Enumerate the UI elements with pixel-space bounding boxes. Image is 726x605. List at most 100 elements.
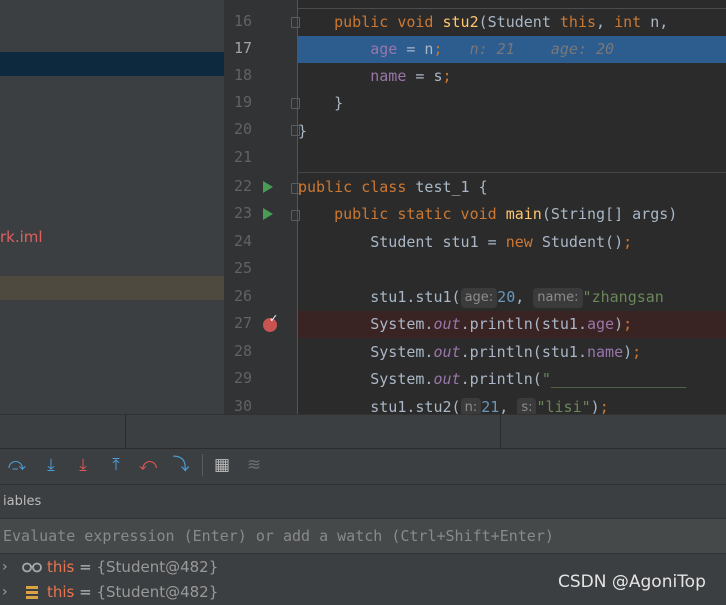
- line-number: 30: [233, 397, 252, 415]
- code-token: test_1 {: [415, 178, 488, 196]
- code-token: (Student: [478, 13, 560, 31]
- code-token: "zhangsan: [582, 288, 664, 306]
- line-number: 25: [233, 259, 252, 277]
- code-token: public class: [298, 178, 416, 196]
- code-line-22[interactable]: public class test_1 {: [298, 174, 726, 201]
- evaluate-expression-icon[interactable]: ▦: [211, 454, 233, 476]
- code-token: stu1.stu1(: [370, 288, 461, 306]
- code-token: System.: [370, 343, 434, 361]
- code-token: = n: [397, 40, 434, 58]
- force-step-into-icon[interactable]: ⤓: [72, 454, 94, 476]
- code-token: ;: [623, 233, 633, 251]
- line-number: 19: [233, 93, 252, 111]
- code-token: stu2: [442, 13, 479, 31]
- editor-class-separator: [298, 172, 726, 173]
- watermark: CSDN @AgoniTop: [558, 572, 706, 592]
- code-line-17-execution-point[interactable]: age = n; n: 21 age: 20: [298, 36, 726, 63]
- drop-frame-icon[interactable]: ⤺: [137, 454, 159, 476]
- variable-value: {Student@482}: [96, 558, 219, 576]
- code-token: ;: [632, 343, 642, 361]
- step-over-icon[interactable]: ⤼: [6, 454, 28, 476]
- code-token: Student(): [532, 233, 624, 251]
- code-token: n,: [641, 13, 678, 31]
- code-token: .println(stu1.: [460, 315, 587, 333]
- trace-icon[interactable]: ≋: [243, 454, 265, 476]
- code-token: .println(stu1.: [460, 343, 587, 361]
- tab-divider: [500, 414, 501, 448]
- code-line-18[interactable]: name = s;: [298, 63, 726, 90]
- line-number: 22: [233, 177, 252, 195]
- step-out-icon[interactable]: ⤒: [105, 454, 127, 476]
- inline-debug-values: n: 21 age: 20: [442, 40, 615, 58]
- code-token: 20: [497, 288, 516, 306]
- code-token: public static void: [334, 205, 506, 223]
- line-number: 28: [233, 342, 252, 360]
- code-line-20[interactable]: }: [298, 118, 726, 145]
- variable-entry: this = {Student@482}: [47, 580, 218, 605]
- parameter-hint: age:: [460, 288, 498, 308]
- code-line-19[interactable]: }: [298, 90, 726, 117]
- code-line-28[interactable]: System.out.println(stu1.name);: [298, 339, 726, 366]
- field-stack-icon: [26, 586, 38, 599]
- code-line-27-breakpoint[interactable]: System.out.println(stu1.age);: [298, 311, 726, 338]
- expand-chevron-icon[interactable]: ›: [2, 580, 8, 605]
- code-token: = s: [406, 67, 443, 85]
- code-token: .println(: [460, 370, 542, 388]
- code-token: ,: [596, 13, 615, 31]
- variable-value: {Student@482}: [96, 583, 219, 601]
- run-gutter-icon[interactable]: [263, 208, 273, 220]
- project-tree-selected-row[interactable]: [0, 52, 224, 76]
- line-number: 20: [233, 120, 252, 138]
- code-token: System.: [370, 370, 434, 388]
- code-token: int: [614, 13, 642, 31]
- step-into-icon[interactable]: ⤓: [40, 454, 62, 476]
- code-line-23[interactable]: public static void main(String[] args): [298, 201, 726, 228]
- parameter-hint: name:: [533, 288, 583, 308]
- line-number: 16: [233, 12, 252, 30]
- line-number: 21: [233, 148, 252, 166]
- toolbar-separator: [202, 454, 203, 476]
- line-number: 29: [233, 369, 252, 387]
- code-token: age: [370, 40, 398, 58]
- code-line-16[interactable]: public void stu2(Student this, int n,: [298, 9, 726, 36]
- code-token: ;: [433, 40, 443, 58]
- code-token: name: [370, 67, 407, 85]
- project-tree-highlight-row[interactable]: [0, 276, 224, 300]
- line-number: 26: [233, 287, 252, 305]
- editor-method-separator: [298, 0, 726, 9]
- code-line-29[interactable]: System.out.println("_______________: [298, 366, 726, 393]
- code-line-26[interactable]: stu1.stu1(age: 20, name: "zhangsan: [298, 284, 726, 311]
- code-token: ;: [623, 315, 633, 333]
- line-number: 23: [233, 204, 252, 222]
- code-token: out: [433, 343, 461, 361]
- code-token: }: [298, 122, 308, 140]
- debug-tabs-bar: [0, 414, 726, 449]
- code-token: "_______________: [541, 370, 687, 388]
- code-token: Student stu1 =: [370, 233, 506, 251]
- code-token: out: [433, 370, 461, 388]
- variable-name: this: [47, 558, 75, 576]
- code-token: }: [334, 94, 344, 112]
- variable-name: this: [47, 583, 75, 601]
- run-gutter-icon[interactable]: [263, 181, 273, 193]
- variables-header: iables: [0, 484, 726, 518]
- code-token: new: [505, 233, 533, 251]
- code-token: out: [433, 315, 461, 333]
- expand-chevron-icon[interactable]: ›: [2, 555, 8, 580]
- line-number: 27: [233, 314, 252, 332]
- code-token: ,: [515, 288, 534, 306]
- code-token: ;: [442, 67, 452, 85]
- watch-glasses-icon: [22, 562, 42, 573]
- variable-equals: =: [74, 558, 97, 576]
- code-line-24[interactable]: Student stu1 = new Student();: [298, 229, 726, 256]
- code-token: ): [623, 343, 633, 361]
- code-token: this: [559, 13, 597, 31]
- evaluate-expression-input[interactable]: Evaluate expression (Enter) or add a wat…: [0, 518, 726, 554]
- tab-divider: [125, 414, 126, 448]
- project-file-iml[interactable]: rk.iml: [0, 228, 43, 246]
- variable-equals: =: [74, 583, 97, 601]
- code-token: System.: [370, 315, 434, 333]
- run-to-cursor-icon[interactable]: ⤵: [170, 454, 192, 476]
- line-number: 24: [233, 232, 252, 250]
- code-token: public void: [334, 13, 443, 31]
